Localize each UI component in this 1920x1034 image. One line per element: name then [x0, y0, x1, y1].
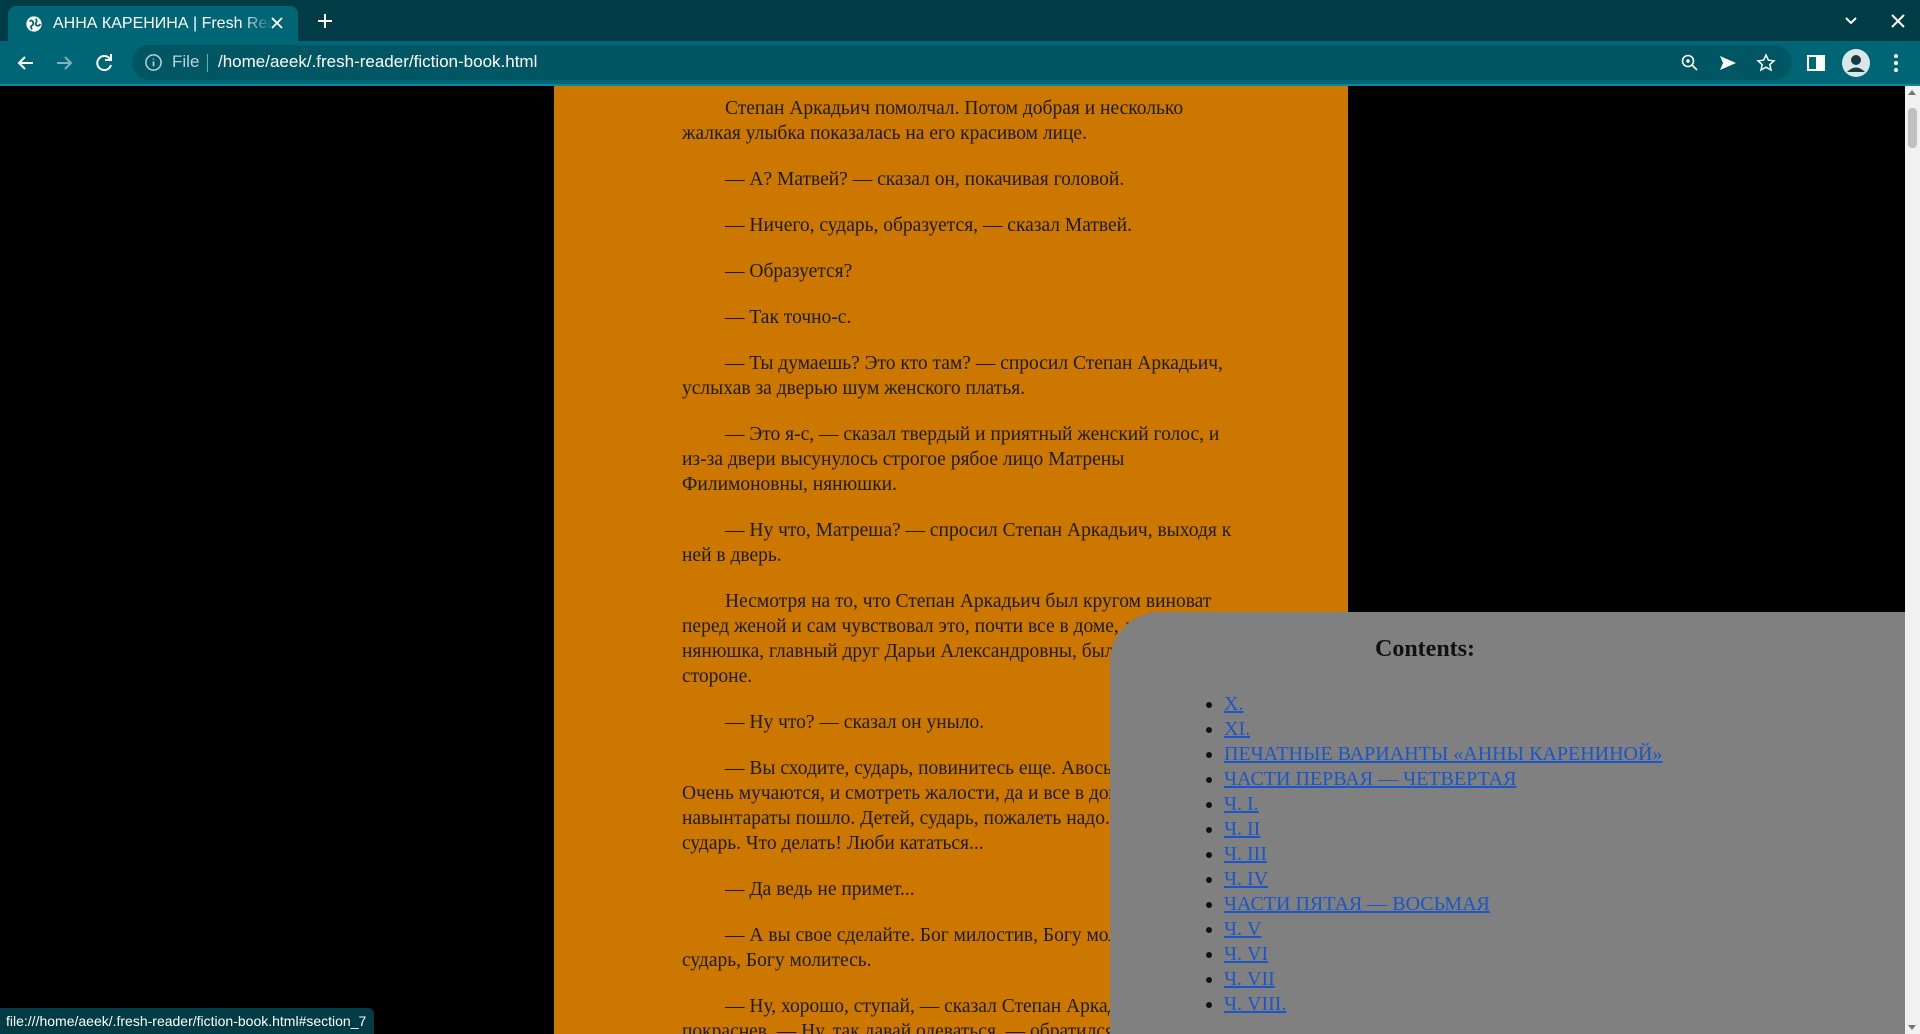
window-close-icon[interactable] [1886, 9, 1910, 33]
paragraph: — А? Матвей? — сказал он, покачивая голо… [725, 169, 1125, 190]
chevron-down-icon[interactable] [1840, 10, 1862, 32]
contents-link[interactable]: XI. [1224, 718, 1250, 740]
contents-item: ЧАСТИ ПЕРВАЯ — ЧЕТВЕРТАЯ [1224, 767, 1662, 792]
contents-item: Ч. II [1224, 817, 1662, 842]
address-separator [207, 54, 208, 72]
paragraph: Степан Аркадьич помолчал. Потом добрая и… [682, 98, 1184, 144]
reload-icon[interactable] [92, 51, 116, 75]
paragraph: — Ничего, сударь, образуется, — сказал М… [725, 215, 1132, 236]
tab-strip: АННА КАРЕНИНА | Fresh Reader [0, 0, 1920, 41]
info-icon[interactable] [144, 53, 163, 72]
scrollbar-thumb[interactable] [1908, 108, 1917, 148]
contents-link[interactable]: Ч. III [1224, 843, 1267, 865]
status-url-bubble: file:///home/aeek/.fresh-reader/fiction-… [0, 1008, 375, 1034]
contents-link[interactable]: Ч. VII [1224, 968, 1275, 990]
page-viewport: Степан Аркадьич помолчал. Потом добрая и… [0, 86, 1905, 1034]
contents-item: Ч. VIII. [1224, 992, 1662, 1017]
address-scheme: File [172, 52, 200, 71]
profile-avatar[interactable] [1842, 49, 1870, 77]
arrow-right-icon[interactable] [52, 51, 76, 75]
tab-active[interactable]: АННА КАРЕНИНА | Fresh Reader [8, 6, 298, 41]
address-bar[interactable]: File /home/aeek/.fresh-reader/fiction-bo… [132, 45, 1792, 80]
contents-item: ПЕЧАТНЫЕ ВАРИАНТЫ «АННЫ КАРЕНИНОЙ» [1224, 742, 1662, 767]
paragraph: — Это я-с, — сказал твердый и приятный ж… [682, 424, 1220, 495]
paragraph: — Образуется? [725, 261, 853, 282]
contents-link[interactable]: ЧАСТИ ПЕРВАЯ — ЧЕТВЕРТАЯ [1224, 768, 1516, 790]
contents-item: Ч. V [1224, 917, 1662, 942]
contents-item: X. [1224, 692, 1662, 717]
kebab-menu-icon[interactable] [1884, 51, 1908, 75]
arrow-left-icon[interactable] [14, 51, 38, 75]
browser-toolbar: File /home/aeek/.fresh-reader/fiction-bo… [0, 41, 1920, 86]
contents-list: X. XI. ПЕЧАТНЫЕ ВАРИАНТЫ «АННЫ КАРЕНИНОЙ… [1224, 692, 1662, 1017]
contents-link[interactable]: Ч. VI [1224, 943, 1268, 965]
send-icon[interactable] [1718, 53, 1738, 73]
paragraph: — Ну что, Матреша? — спросил Степан Арка… [682, 520, 1232, 566]
profile-icon [1847, 55, 1865, 72]
tab-title: АННА КАРЕНИНА | Fresh Reader [53, 14, 273, 32]
globe-icon [26, 15, 42, 32]
contents-item: XI. [1224, 717, 1662, 742]
contents-link[interactable]: ЧАСТИ ПЯТАЯ — ВОСЬМАЯ [1224, 893, 1490, 915]
zoom-icon[interactable] [1680, 53, 1700, 73]
contents-link[interactable]: Ч. VIII. [1224, 993, 1286, 1015]
scroll-up-arrow-icon[interactable] [1908, 90, 1916, 95]
address-url[interactable]: /home/aeek/.fresh-reader/fiction-book.ht… [218, 52, 537, 72]
paragraph: — Так точно-с. [725, 307, 852, 328]
paragraph: — Ты думаешь? Это кто там? — спросил Сте… [682, 353, 1223, 399]
tab-close-icon[interactable] [268, 14, 286, 32]
contents-link[interactable]: Ч. I. [1224, 793, 1259, 815]
contents-item: ЧАСТИ ПЯТАЯ — ВОСЬМАЯ [1224, 892, 1662, 917]
contents-item: Ч. I. [1224, 792, 1662, 817]
contents-link[interactable]: Ч. IV [1224, 868, 1268, 890]
contents-link[interactable]: X. [1224, 693, 1243, 715]
star-icon[interactable] [1756, 53, 1776, 73]
contents-title: Contents: [1375, 636, 1475, 662]
vertical-scrollbar[interactable] [1905, 86, 1920, 1034]
contents-link[interactable]: ПЕЧАТНЫЕ ВАРИАНТЫ «АННЫ КАРЕНИНОЙ» [1224, 743, 1662, 765]
contents-item: Ч. IV [1224, 867, 1662, 892]
side-panel-icon[interactable] [1804, 51, 1828, 75]
contents-link[interactable]: Ч. II [1224, 818, 1260, 840]
scroll-down-arrow-icon[interactable] [1908, 1025, 1916, 1030]
contents-link[interactable]: Ч. V [1224, 918, 1261, 940]
new-tab-plus-icon[interactable] [314, 10, 336, 32]
contents-item: Ч. VII [1224, 967, 1662, 992]
contents-item: Ч. VI [1224, 942, 1662, 967]
contents-item: Ч. III [1224, 842, 1662, 867]
contents-panel: Contents: X. XI. ПЕЧАТНЫЕ ВАРИАНТЫ «АННЫ… [1110, 612, 1905, 1034]
